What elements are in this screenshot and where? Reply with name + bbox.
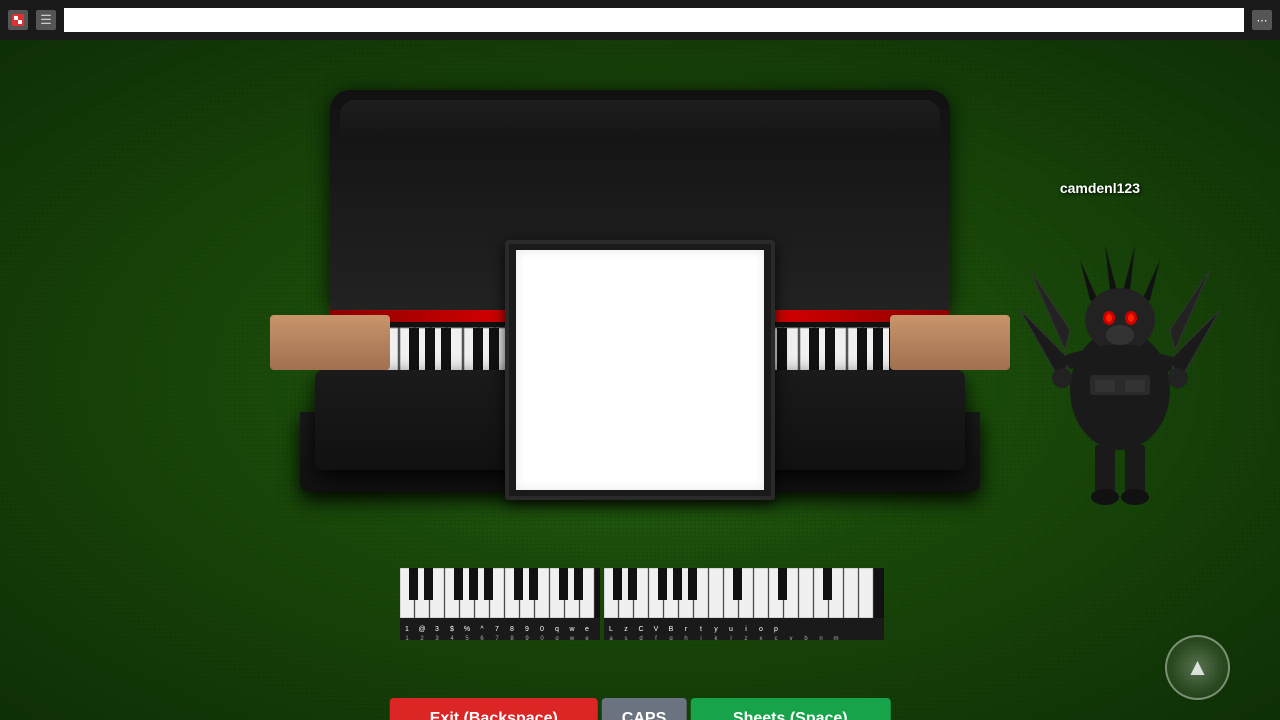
svg-text:$: $ bbox=[450, 626, 454, 633]
bench-holder-right bbox=[890, 315, 1010, 370]
svg-text:s: s bbox=[625, 636, 628, 640]
svg-text:h: h bbox=[684, 636, 687, 640]
svg-text:w: w bbox=[569, 636, 575, 640]
svg-text:u: u bbox=[729, 626, 733, 633]
mini-keys-left-svg: 1 @ 3 $ % ^ 7 8 9 0 q w e 1 2 3 bbox=[400, 568, 600, 640]
mini-keys-right-svg: L z C V B r t y u i o p a s d f bbox=[604, 568, 884, 640]
svg-text:%: % bbox=[464, 626, 470, 633]
svg-text:q: q bbox=[555, 626, 559, 633]
svg-text:j: j bbox=[699, 636, 701, 640]
roblox-character bbox=[1010, 210, 1230, 530]
title-bar: ☰ ⋯ bbox=[0, 0, 1280, 40]
svg-text:n: n bbox=[819, 636, 822, 640]
svg-text:L: L bbox=[609, 626, 613, 633]
character-svg bbox=[1010, 210, 1230, 530]
mini-keyboard-left: 1 @ 3 $ % ^ 7 8 9 0 q w e 1 2 3 bbox=[400, 568, 600, 645]
svg-text:g: g bbox=[669, 636, 672, 640]
svg-text:V: V bbox=[654, 626, 659, 633]
settings-icon[interactable]: ⋯ bbox=[1252, 10, 1272, 30]
sheet-frame bbox=[505, 240, 775, 500]
username-label: camdenl123 bbox=[1060, 180, 1140, 196]
svg-text:1: 1 bbox=[405, 626, 409, 633]
svg-text:w: w bbox=[568, 626, 575, 633]
svg-text:y: y bbox=[714, 626, 718, 633]
svg-text:o: o bbox=[759, 626, 763, 633]
svg-text:7: 7 bbox=[495, 626, 499, 633]
svg-text:c: c bbox=[775, 636, 778, 640]
svg-text:0: 0 bbox=[540, 626, 544, 633]
svg-text:z: z bbox=[624, 626, 628, 633]
svg-text:p: p bbox=[774, 626, 778, 633]
mini-keyboard-right: L z C V B r t y u i o p a s d f bbox=[604, 568, 884, 645]
svg-text:B: B bbox=[669, 626, 674, 633]
svg-text:9: 9 bbox=[525, 626, 529, 633]
svg-text:v: v bbox=[790, 636, 793, 640]
bottom-buttons: Exit (Backspace) CAPS Sheets (Space) bbox=[390, 698, 891, 720]
svg-text:@: @ bbox=[418, 626, 425, 633]
svg-text:8: 8 bbox=[510, 626, 514, 633]
svg-text:d: d bbox=[639, 636, 642, 640]
svg-text:e: e bbox=[585, 626, 589, 633]
game-container: ☰ ⋯ camdenl123 bbox=[0, 0, 1280, 720]
address-bar[interactable] bbox=[64, 8, 1244, 32]
svg-text:l: l bbox=[730, 636, 731, 640]
svg-text:t: t bbox=[700, 626, 702, 633]
piano-scene: camdenl123 // This will be bbox=[0, 80, 1280, 720]
roblox-icon bbox=[8, 10, 28, 30]
menu-icon[interactable]: ☰ bbox=[36, 10, 56, 30]
exit-button[interactable]: Exit (Backspace) bbox=[390, 698, 598, 720]
bench-holder-left bbox=[270, 315, 390, 370]
svg-text:x: x bbox=[760, 636, 763, 640]
svg-text:q: q bbox=[555, 636, 558, 640]
svg-text:z: z bbox=[745, 636, 748, 640]
svg-text:3: 3 bbox=[435, 626, 439, 633]
grass-background: camdenl123 // This will be bbox=[0, 40, 1280, 720]
sheets-button[interactable]: Sheets (Space) bbox=[690, 698, 890, 720]
sheet-paper bbox=[516, 250, 764, 490]
caps-button[interactable]: CAPS bbox=[602, 698, 686, 720]
svg-text:C: C bbox=[638, 626, 643, 633]
sheet-music-stand bbox=[505, 240, 775, 500]
joystick-control[interactable]: ▲ bbox=[1165, 635, 1230, 700]
joystick-arrow-icon: ▲ bbox=[1186, 654, 1210, 682]
svg-text:m: m bbox=[834, 636, 839, 640]
